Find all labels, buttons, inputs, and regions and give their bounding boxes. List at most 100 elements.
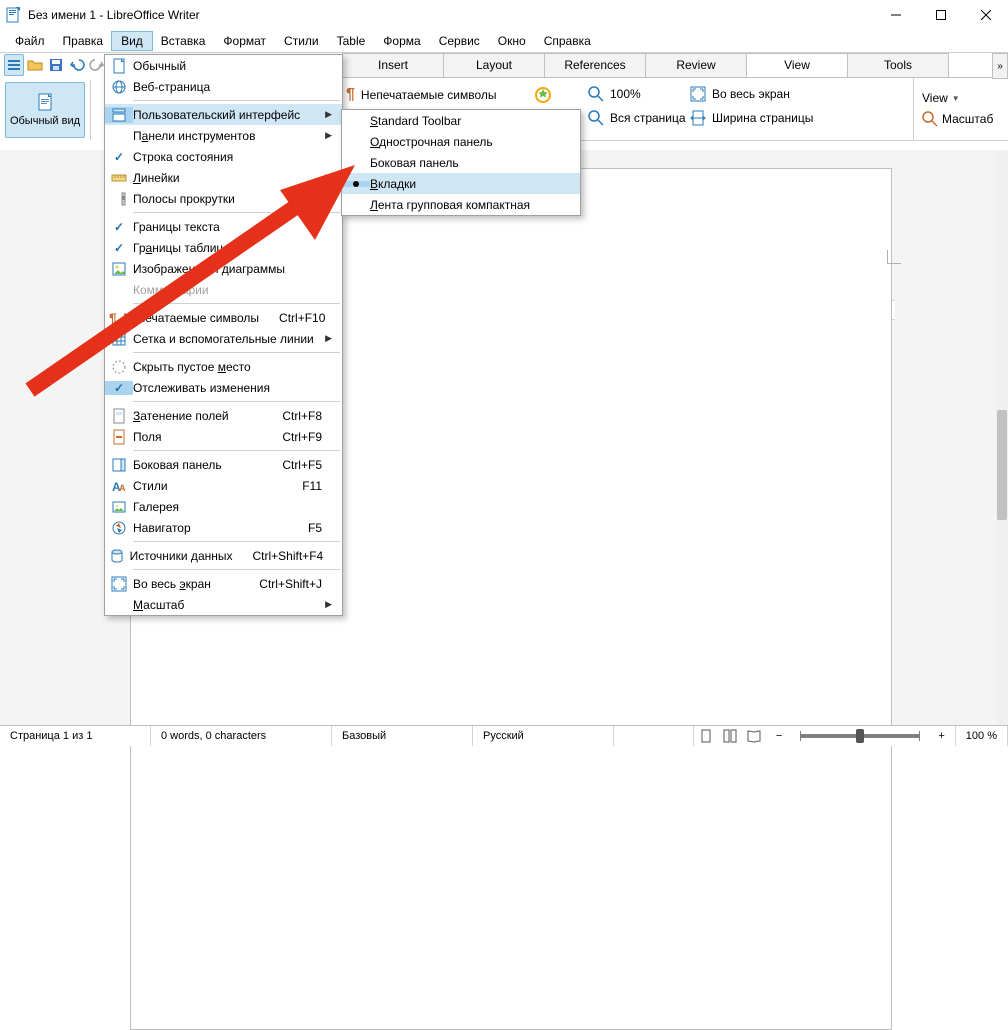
menu-tools[interactable]: Сервис [430,32,489,50]
star-icon[interactable] [534,86,552,104]
view-menu-item-6[interactable]: Линейки▶ [105,167,342,188]
window-maximize[interactable] [918,0,963,30]
tab-view[interactable]: View [746,53,847,77]
ui-submenu-item-4[interactable]: Лента групповая компактная [342,194,580,215]
menu-help[interactable]: Справка [535,32,600,50]
view-menu-item-11[interactable]: Изображения и диаграммы [105,258,342,279]
menu-file[interactable]: Файл [6,32,54,50]
status-language[interactable]: Русский [473,726,614,746]
page-width-button[interactable]: Ширина страницы [690,110,813,126]
menu-view[interactable]: Вид [112,32,152,50]
view-menu-item-1[interactable]: Веб-страница [105,76,342,97]
window-title: Без имени 1 - LibreOffice Writer [28,8,200,22]
ribbon-overflow[interactable]: » [992,53,1008,79]
view-menu-item-4[interactable]: Панели инструментов▶ [105,125,342,146]
svg-text:A: A [119,483,126,493]
zoom-slider[interactable] [800,734,920,738]
view-menu-item-20[interactable]: Затенение полейCtrl+F8 [105,405,342,426]
tab-references[interactable]: References [544,53,645,77]
menu-table[interactable]: Table [328,32,375,50]
ribbon-tabs: Insert Layout References Review View Too… [342,53,994,78]
mode-label: Обычный вид [10,115,80,127]
view-menu-item-15[interactable]: Сетка и вспомогательные линии▶ [105,328,342,349]
tab-review[interactable]: Review [645,53,746,77]
view-menu-item-21[interactable]: ПоляCtrl+F9 [105,426,342,447]
view-menu-item-0[interactable]: Обычный [105,55,342,76]
chevron-down-icon: ▼ [952,94,960,103]
pilcrow-icon: ¶ [346,86,355,104]
qa-open-icon[interactable] [27,55,45,75]
ribbon-view-group: View▼ Масштаб [913,78,1004,140]
menu-bar: Файл Правка Вид Вставка Формат Стили Tab… [0,30,1008,53]
normal-view-button[interactable]: Обычный вид [5,82,85,138]
view-menu-item-12: Комментарии [105,279,342,300]
qa-save-icon[interactable] [47,55,65,75]
view-menu-item-3[interactable]: Пользовательский интерфейс▶ [105,104,342,125]
margin-corner-icon [887,250,901,264]
view-menu-item-17[interactable]: Скрыть пустое место [105,356,342,377]
mode-panel: Обычный вид [0,80,91,140]
page-icon [36,93,54,111]
window-minimize[interactable] [873,0,918,30]
quick-access-bar [0,53,106,77]
menu-edit[interactable]: Правка [54,32,113,50]
view-dropdown[interactable]: View▼ [922,91,960,105]
magnifier-icon [588,86,604,102]
view-menu-item-28[interactable]: Источники данныхCtrl+Shift+F4 [105,545,342,566]
status-bar: Страница 1 из 1 0 words, 0 characters Ба… [0,725,1008,746]
status-wordcount[interactable]: 0 words, 0 characters [151,726,332,746]
status-page[interactable]: Страница 1 из 1 [0,726,151,746]
magnifier-icon [588,110,604,126]
magnifier-icon [922,111,938,127]
view-menu-item-31[interactable]: Масштаб▶ [105,594,342,615]
view-menu-item-24[interactable]: AAСтилиF11 [105,475,342,496]
zoom-slider-handle[interactable] [856,729,864,743]
ui-submenu-item-1[interactable]: Однострочная панель [342,131,580,152]
view-menu-item-23[interactable]: Боковая панельCtrl+F5 [105,454,342,475]
ui-submenu-item-2[interactable]: Боковая панель [342,152,580,173]
fullscreen-button[interactable]: Во весь экран [690,86,790,102]
tab-layout[interactable]: Layout [443,53,544,77]
tab-tools[interactable]: Tools [847,53,949,77]
zoom-in-button[interactable]: + [928,726,954,746]
view-multi-icon[interactable] [718,726,742,746]
vertical-scrollbar[interactable] [996,150,1008,726]
ui-submenu: Standard ToolbarОднострочная панельБоков… [341,109,581,216]
view-menu-item-10[interactable]: Границы таблиц [105,237,342,258]
view-dropdown-menu: ОбычныйВеб-страница Пользовательский инте… [104,54,343,616]
view-menu-item-14[interactable]: ¶Непечатаемые символыCtrl+F10 [105,307,342,328]
view-menu-item-7[interactable]: Полосы прокрутки▶ [105,188,342,209]
zoom-out-button[interactable]: − [766,726,792,746]
view-menu-item-26[interactable]: НавигаторF5 [105,517,342,538]
view-menu-item-25[interactable]: Галерея [105,496,342,517]
page-width-icon [690,110,706,126]
menu-format[interactable]: Формат [214,32,275,50]
view-single-icon[interactable] [694,726,718,746]
ui-submenu-item-0[interactable]: Standard Toolbar [342,110,580,131]
menu-form[interactable]: Форма [374,32,429,50]
tab-insert[interactable]: Insert [342,53,443,77]
menu-insert[interactable]: Вставка [152,32,215,50]
view-book-icon[interactable] [742,726,766,746]
qa-undo-icon[interactable] [68,55,86,75]
titlebar: Без имени 1 - LibreOffice Writer [0,0,1008,30]
fullscreen-icon [690,86,706,102]
zoom-dropdown[interactable]: Масштаб [922,111,993,127]
ui-submenu-item-3[interactable]: Вкладки [342,173,580,194]
window-close[interactable] [963,0,1008,30]
scrollbar-thumb[interactable] [997,410,1007,520]
status-style[interactable]: Базовый [332,726,473,746]
view-menu-item-30[interactable]: Во весь экранCtrl+Shift+J [105,573,342,594]
status-spacer [614,726,694,746]
nonprinting-label[interactable]: Непечатаемые символы [361,88,497,102]
app-icon [6,7,22,23]
qa-menu-icon[interactable] [4,54,24,76]
zoom-100-button[interactable]: 100% [588,86,641,102]
menu-styles[interactable]: Стили [275,32,328,50]
view-menu-item-9[interactable]: Границы текста [105,216,342,237]
view-menu-item-18[interactable]: Отслеживать изменения [105,377,342,398]
whole-page-button[interactable]: Вся страница [588,110,686,126]
status-zoom[interactable]: 100 % [955,726,1008,746]
view-menu-item-5[interactable]: Строка состояния [105,146,342,167]
menu-window[interactable]: Окно [489,32,535,50]
